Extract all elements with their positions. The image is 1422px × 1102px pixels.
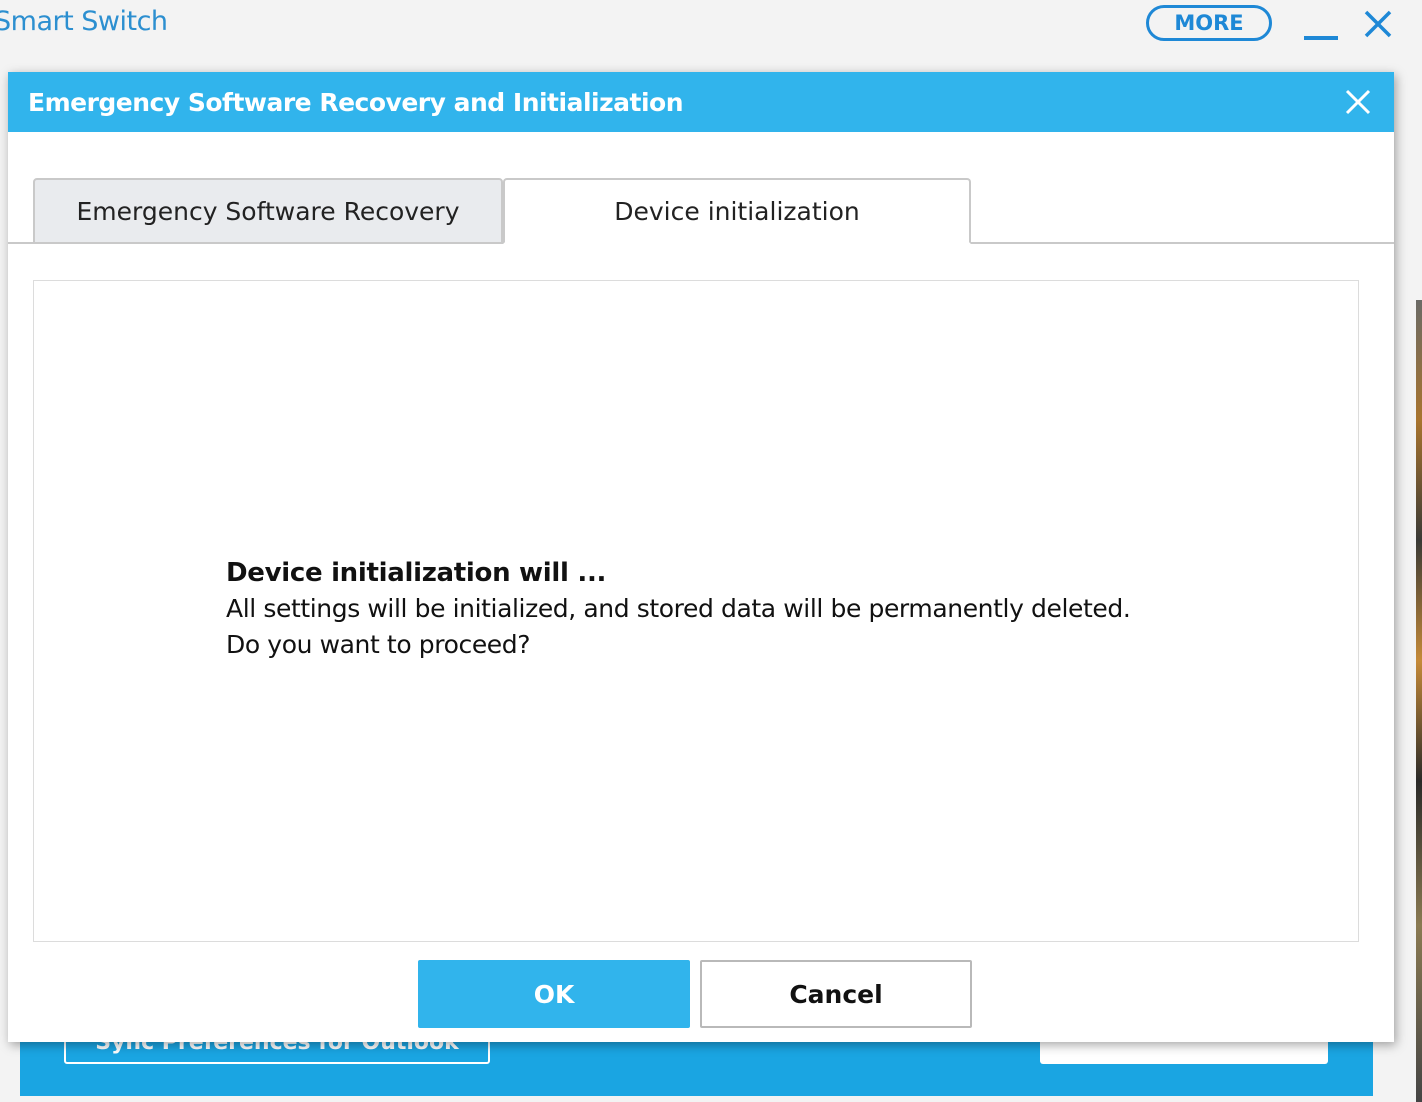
confirmation-message: Device initialization will ... All setti… (226, 555, 1226, 663)
ok-button[interactable]: OK (418, 960, 690, 1028)
close-icon (1345, 89, 1371, 115)
desktop-background-edge (1416, 300, 1422, 1102)
close-icon (1364, 10, 1392, 38)
dialog-titlebar: Emergency Software Recovery and Initiali… (8, 72, 1394, 132)
dialog-close-button[interactable] (1342, 86, 1374, 118)
app-title: Smart Switch (0, 6, 168, 37)
tab-content-panel: Device initialization will ... All setti… (33, 280, 1359, 942)
tab-emergency-software-recovery[interactable]: Emergency Software Recovery (33, 178, 503, 244)
tab-device-initialization[interactable]: Device initialization (503, 178, 971, 244)
app-close-button[interactable] (1358, 6, 1398, 42)
recovery-dialog: Emergency Software Recovery and Initiali… (8, 72, 1394, 1042)
more-button[interactable]: MORE (1146, 5, 1272, 41)
minimize-button[interactable] (1302, 8, 1342, 42)
message-question-text: Do you want to proceed? (226, 630, 531, 659)
message-warning-text: All settings will be initialized, and st… (226, 594, 1131, 623)
cancel-button[interactable]: Cancel (700, 960, 972, 1028)
message-heading: Device initialization will ... (226, 558, 607, 588)
dialog-title: Emergency Software Recovery and Initiali… (28, 88, 684, 117)
minimize-icon (1304, 36, 1338, 40)
